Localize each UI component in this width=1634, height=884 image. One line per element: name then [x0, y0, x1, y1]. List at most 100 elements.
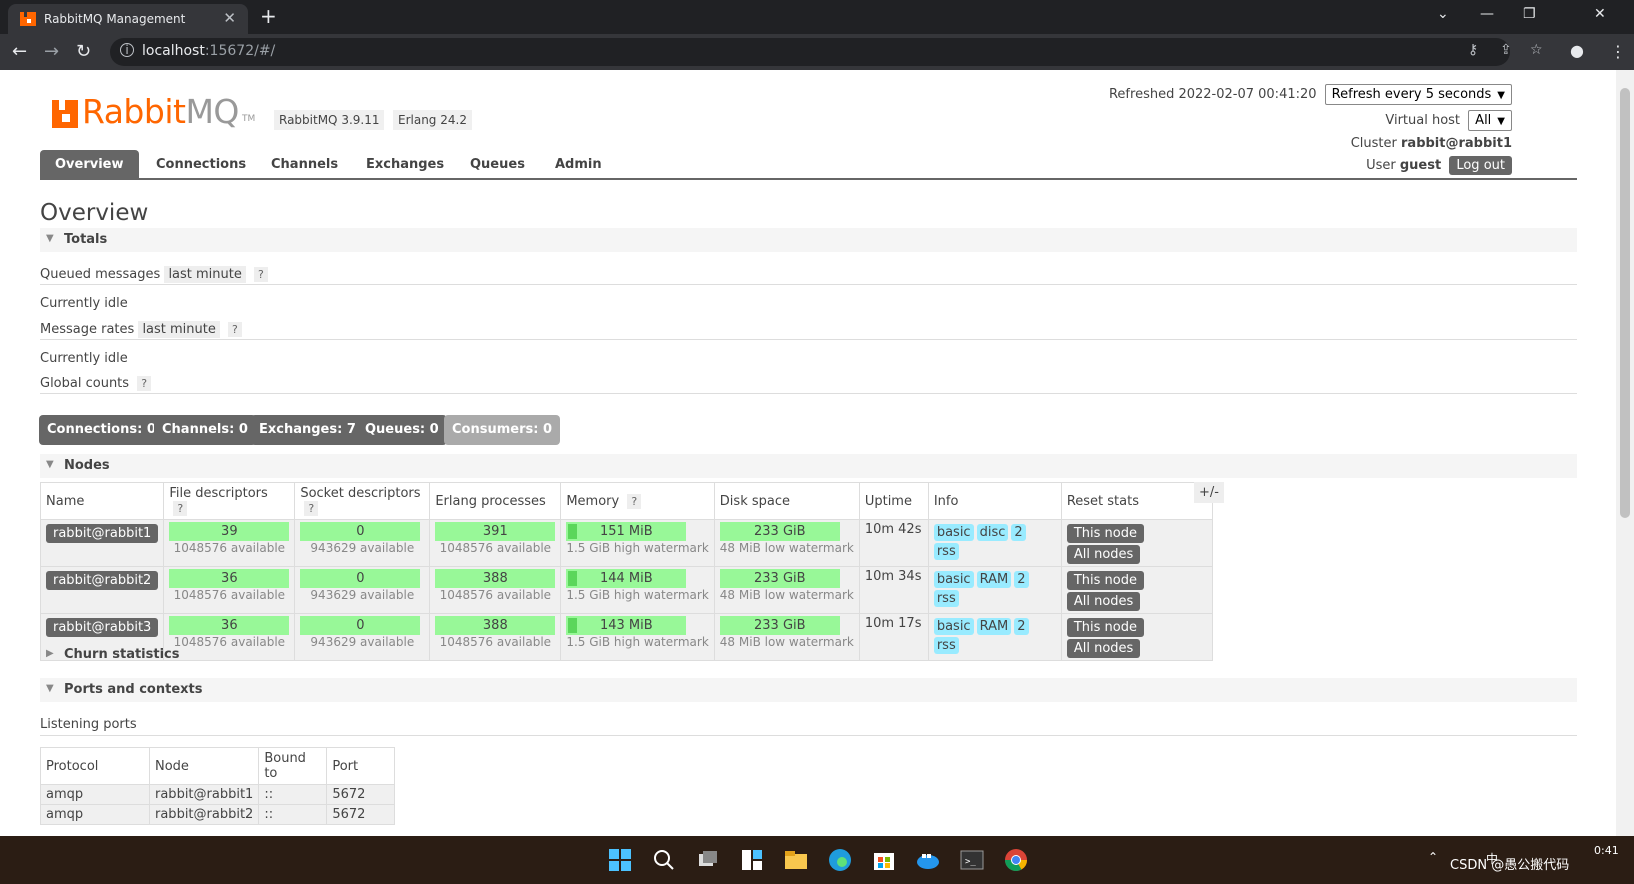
nodes-table: Name File descriptors ? Socket descripto…	[39, 482, 1213, 661]
divider	[40, 339, 1577, 340]
info-tag: rss	[933, 590, 959, 607]
info-tag: disc	[976, 524, 1009, 541]
maximize-icon[interactable]: ❐	[1523, 6, 1536, 22]
collapse-triangle-icon: ▼	[46, 683, 54, 694]
disk-watermark: 48 MiB low watermark	[719, 588, 854, 602]
close-window-icon[interactable]: ✕	[1594, 6, 1606, 22]
help-icon[interactable]: ?	[627, 493, 642, 509]
consumers-count-button[interactable]: Consumers: 0	[444, 415, 561, 445]
widgets-icon[interactable]	[738, 846, 766, 874]
rates-range-select[interactable]: last minute	[138, 321, 220, 338]
totals-section-header[interactable]: ▼ Totals	[40, 228, 1577, 252]
share-icon[interactable]: ⇪	[1500, 42, 1512, 58]
tab-channels[interactable]: Channels	[271, 150, 338, 180]
churn-section-header[interactable]: ▶ Churn statistics	[40, 643, 1577, 667]
help-icon[interactable]: ?	[173, 501, 188, 516]
site-info-icon[interactable]: i	[120, 43, 134, 57]
tab-overview[interactable]: Overview	[40, 150, 139, 180]
queued-range-select[interactable]: last minute	[164, 266, 246, 283]
clock-time[interactable]: 0:41	[1594, 844, 1619, 857]
forward-icon[interactable]: →	[44, 41, 59, 62]
info-tag: rss	[933, 543, 959, 560]
col-name: Name	[39, 482, 165, 520]
minimize-icon[interactable]: —	[1480, 6, 1494, 22]
ports-section-header[interactable]: ▼ Ports and contexts	[40, 678, 1577, 702]
menu-kebab-icon[interactable]: ⋮	[1610, 42, 1626, 61]
expand-triangle-icon: ▶	[46, 648, 54, 659]
node-name-link[interactable]: rabbit@rabbit3	[46, 618, 159, 637]
node: rabbit@rabbit2	[148, 804, 260, 825]
tab-search-icon[interactable]: ⌄	[1437, 6, 1449, 22]
terminal-icon[interactable]: >_	[958, 846, 986, 874]
windows-start-icon[interactable]	[606, 846, 634, 874]
exchanges-count-button[interactable]: Exchanges: 7	[251, 415, 364, 445]
ep-bar: 388	[435, 569, 556, 588]
refresh-select[interactable]: Refresh every 5 seconds ▼	[1324, 84, 1512, 105]
help-icon[interactable]: ?	[137, 376, 152, 391]
col-node: Node	[148, 747, 260, 785]
cluster-name: rabbit@rabbit1	[1401, 136, 1512, 151]
reset-all-nodes-button[interactable]: All nodes	[1066, 592, 1141, 611]
port: 5672	[326, 804, 396, 825]
port: 5672	[326, 784, 396, 805]
rabbitmq-version: RabbitMQ 3.9.11	[274, 110, 385, 130]
back-icon[interactable]: ←	[12, 41, 27, 62]
edge-browser-icon[interactable]	[826, 846, 854, 874]
reload-icon[interactable]: ↻	[76, 41, 91, 62]
scrollbar-thumb[interactable]	[1620, 88, 1630, 518]
file-explorer-icon[interactable]	[782, 846, 810, 874]
bookmark-star-icon[interactable]: ☆	[1530, 42, 1543, 58]
reset-this-node-button[interactable]: This node	[1066, 618, 1144, 637]
help-icon[interactable]: ?	[228, 322, 242, 337]
table-header-row: Protocol Node Bound to Port	[40, 747, 396, 785]
task-view-icon[interactable]	[694, 846, 722, 874]
rabbitmq-logo-icon	[52, 100, 78, 128]
store-icon[interactable]	[870, 846, 898, 874]
queues-count-button[interactable]: Queues: 0	[357, 415, 447, 445]
node-name-link[interactable]: rabbit@rabbit1	[46, 524, 159, 543]
fd-bar: 39	[169, 522, 290, 541]
close-tab-icon[interactable]: ✕	[223, 9, 236, 27]
refreshed-label: Refreshed 2022-02-07 00:41:20	[1108, 87, 1317, 102]
reset-this-node-button[interactable]: This node	[1066, 571, 1144, 590]
info-tag: basic	[933, 618, 974, 635]
tab-connections[interactable]: Connections	[156, 150, 246, 180]
sd-bar: 0	[300, 522, 421, 541]
erlang-version: Erlang 24.2	[393, 110, 472, 130]
chevron-down-icon: ▼	[1497, 116, 1505, 127]
channels-count-button[interactable]: Channels: 0	[154, 415, 256, 445]
col-uptime: Uptime	[858, 482, 929, 520]
help-icon[interactable]: ?	[254, 267, 268, 282]
uptime: 10m 42s	[858, 519, 929, 567]
nodes-section-header[interactable]: ▼ Nodes	[40, 454, 1577, 478]
profile-icon[interactable]: ●	[1570, 41, 1584, 60]
tab-queues[interactable]: Queues	[470, 150, 525, 180]
docker-icon[interactable]	[914, 846, 942, 874]
url-field[interactable]: i localhost:15672/#/ ⚷ ⇪ ☆	[110, 38, 1543, 66]
col-socket-descriptors: Socket descriptors ?	[294, 482, 431, 520]
key-icon[interactable]: ⚷	[1468, 42, 1478, 58]
new-tab-icon[interactable]: +	[260, 4, 277, 28]
tab-exchanges[interactable]: Exchanges	[366, 150, 444, 180]
connections-count-button[interactable]: Connections: 0	[39, 415, 164, 445]
tray-chevron-icon[interactable]: ⌃	[1428, 850, 1438, 864]
reset-all-nodes-button[interactable]: All nodes	[1066, 545, 1141, 564]
tab-title: RabbitMQ Management	[44, 12, 186, 26]
collapse-triangle-icon: ▼	[46, 459, 54, 470]
columns-toggle-button[interactable]: +/-	[1194, 482, 1224, 503]
ep-available: 1048576 available	[439, 541, 552, 555]
browser-tab[interactable]: RabbitMQ Management ✕	[8, 4, 248, 34]
search-icon[interactable]	[650, 846, 678, 874]
chevron-down-icon: ▼	[1497, 90, 1505, 101]
chrome-icon[interactable]	[1002, 846, 1030, 874]
help-icon[interactable]: ?	[304, 501, 319, 516]
ports-table: Protocol Node Bound to Port amqp rabbit@…	[40, 747, 396, 825]
watermark-text: CSDN @愚公搬代码	[1450, 858, 1570, 873]
page-scrollbar[interactable]	[1616, 70, 1634, 836]
reset-this-node-button[interactable]: This node	[1066, 524, 1144, 543]
tab-admin[interactable]: Admin	[555, 150, 602, 180]
col-disk-space: Disk space	[713, 482, 860, 520]
node-name-link[interactable]: rabbit@rabbit2	[46, 571, 159, 590]
vhost-select[interactable]: All ▼	[1468, 110, 1512, 131]
col-file-descriptors: File descriptors ?	[163, 482, 296, 520]
